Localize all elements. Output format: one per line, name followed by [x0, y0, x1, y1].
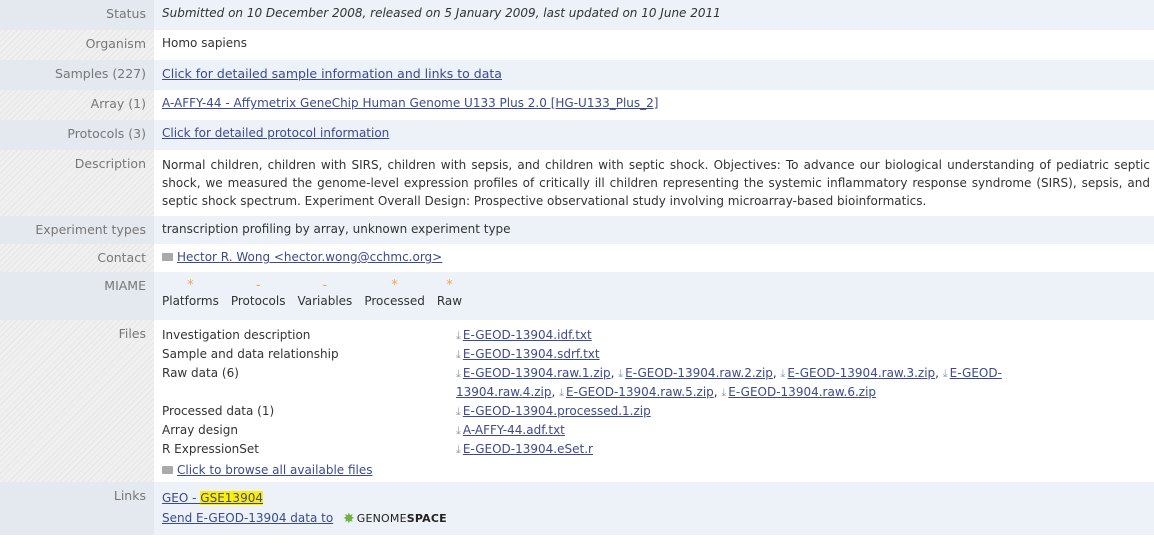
download-icon: ⤓ — [456, 367, 461, 380]
download-icon: ⤓ — [559, 386, 565, 399]
processed-file-link[interactable]: E-GEOD-13904.processed.1.zip — [463, 404, 651, 418]
experiment-types-value: transcription profiling by array, unknow… — [154, 216, 1154, 244]
raw-file-link[interactable]: E-GEOD-13904.raw.1.zip — [463, 366, 611, 380]
contact-cell: Hector R. Wong <hector.wong@cchmc.org> — [154, 244, 1154, 272]
files-list: Investigation description ⤓ E-GEOD-13904.… — [162, 326, 1146, 459]
envelope-icon — [162, 253, 173, 261]
idf-file-link[interactable]: E-GEOD-13904.idf.txt — [463, 328, 592, 342]
miame-raw-label: Raw — [436, 294, 463, 308]
genomespace-wordmark: GENOMESPACE — [357, 509, 447, 529]
download-icon: ⤓ — [456, 443, 461, 456]
contact-label: Contact — [0, 244, 154, 272]
status-value: Submitted on 10 December 2008, released … — [154, 0, 1154, 30]
organism-label: Organism — [0, 30, 154, 60]
array-link[interactable]: A-AFFY-44 - Affymetrix GeneChip Human Ge… — [162, 96, 658, 110]
download-icon: ⤓ — [721, 386, 727, 399]
adf-file-link[interactable]: A-AFFY-44.adf.txt — [463, 423, 565, 437]
description-label: Description — [0, 150, 154, 216]
miame-scores: * Platforms - Protocols - Variables * Pr… — [162, 278, 1146, 308]
folder-icon — [162, 466, 173, 474]
miame-protocols-label: Protocols — [230, 294, 286, 308]
raw-file-link[interactable]: E-GEOD-13904.raw.3.zip — [787, 366, 935, 380]
miame-protocols: - Protocols — [231, 278, 286, 308]
geo-id: GSE13904 — [200, 491, 263, 505]
samples-label: Samples (227) — [0, 60, 154, 90]
download-icon: ⤓ — [456, 348, 461, 361]
protocols-cell: Click for detailed protocol information — [154, 120, 1154, 150]
status-label: Status — [0, 0, 154, 30]
eset-file-link[interactable]: E-GEOD-13904.eSet.r — [463, 442, 593, 456]
genomespace-row: Send E-GEOD-13904 data to ✸ GENOMESPACE — [162, 508, 1146, 529]
sample-relationship-label: Sample and data relationship — [162, 347, 339, 361]
links-label: Links — [0, 482, 154, 535]
send-genomespace-link[interactable]: Send E-GEOD-13904 data to — [162, 511, 333, 525]
genomespace-wordmark-b: SPACE — [406, 511, 447, 525]
raw-file-link[interactable]: E-GEOD-13904.raw.2.zip — [625, 366, 773, 380]
genomespace-logo[interactable]: ✸ GENOMESPACE — [343, 509, 447, 529]
miame-mark-icon: * — [446, 278, 453, 293]
array-label: Array (1) — [0, 90, 154, 120]
protocols-label: Protocols (3) — [0, 120, 154, 150]
miame-platforms-label: Platforms — [162, 294, 219, 308]
miame-cell: * Platforms - Protocols - Variables * Pr… — [154, 272, 1154, 320]
description-value: Normal children, children with SIRS, chi… — [162, 158, 1150, 208]
samples-link[interactable]: Click for detailed sample information an… — [162, 66, 502, 81]
miame-processed-label: Processed — [364, 294, 425, 308]
miame-mark-icon: - — [255, 278, 261, 293]
miame-processed: * Processed — [364, 278, 425, 308]
miame-variables: - Variables — [297, 278, 352, 308]
download-icon: ⤓ — [618, 367, 624, 380]
raw-file-link[interactable]: E-GEOD-13904.raw.5.zip — [566, 385, 714, 399]
geo-link[interactable]: GEO - GSE13904 — [162, 491, 263, 505]
genomespace-wordmark-a: GENOME — [356, 511, 407, 525]
raw-data-label: Raw data (6) — [162, 366, 239, 380]
download-icon: ⤓ — [780, 367, 786, 380]
protocols-link[interactable]: Click for detailed protocol information — [162, 126, 389, 140]
raw-file-link[interactable]: E-GEOD-13904.raw.6.zip — [728, 385, 876, 399]
files-cell: Investigation description ⤓ E-GEOD-13904.… — [154, 320, 1154, 482]
miame-mark-icon: * — [391, 278, 398, 293]
geo-prefix: GEO - — [162, 491, 201, 505]
miame-platforms: * Platforms — [162, 278, 219, 308]
genomespace-icon: ✸ — [343, 510, 355, 527]
r-expressionset-label: R ExpressionSet — [162, 442, 259, 456]
sdrf-file-link[interactable]: E-GEOD-13904.sdrf.txt — [463, 347, 600, 361]
samples-cell: Click for detailed sample information an… — [154, 60, 1154, 90]
miame-raw: * Raw — [437, 278, 462, 308]
miame-mark-icon: - — [322, 278, 328, 293]
browse-files-link[interactable]: Click to browse all available files — [177, 463, 373, 477]
array-design-label: Array design — [162, 423, 238, 437]
processed-data-label: Processed data (1) — [162, 404, 275, 418]
organism-value: Homo sapiens — [162, 36, 248, 50]
download-icon: ⤓ — [942, 367, 948, 380]
download-icon: ⤓ — [456, 329, 461, 342]
miame-variables-label: Variables — [297, 294, 353, 308]
investigation-label: Investigation description — [162, 328, 311, 342]
experiment-types-label: Experiment types — [0, 216, 154, 244]
array-cell: A-AFFY-44 - Affymetrix GeneChip Human Ge… — [154, 90, 1154, 120]
links-cell: GEO - GSE13904 Send E-GEOD-13904 data to… — [154, 482, 1154, 535]
browse-files-row: Click to browse all available files — [162, 463, 1146, 477]
geo-row: GEO - GSE13904 — [162, 488, 1146, 508]
download-icon: ⤓ — [456, 405, 461, 418]
experiment-details-table: Status Submitted on 10 December 2008, re… — [0, 0, 1154, 535]
files-label: Files — [0, 320, 154, 482]
contact-link[interactable]: Hector R. Wong <hector.wong@cchmc.org> — [177, 250, 442, 264]
miame-label: MIAME — [0, 272, 154, 320]
download-icon: ⤓ — [456, 424, 461, 437]
miame-mark-icon: * — [187, 278, 194, 293]
raw-files: ⤓ E-GEOD-13904.raw.1.zip, ⤓ E-GEOD-13904.r… — [456, 366, 1002, 399]
